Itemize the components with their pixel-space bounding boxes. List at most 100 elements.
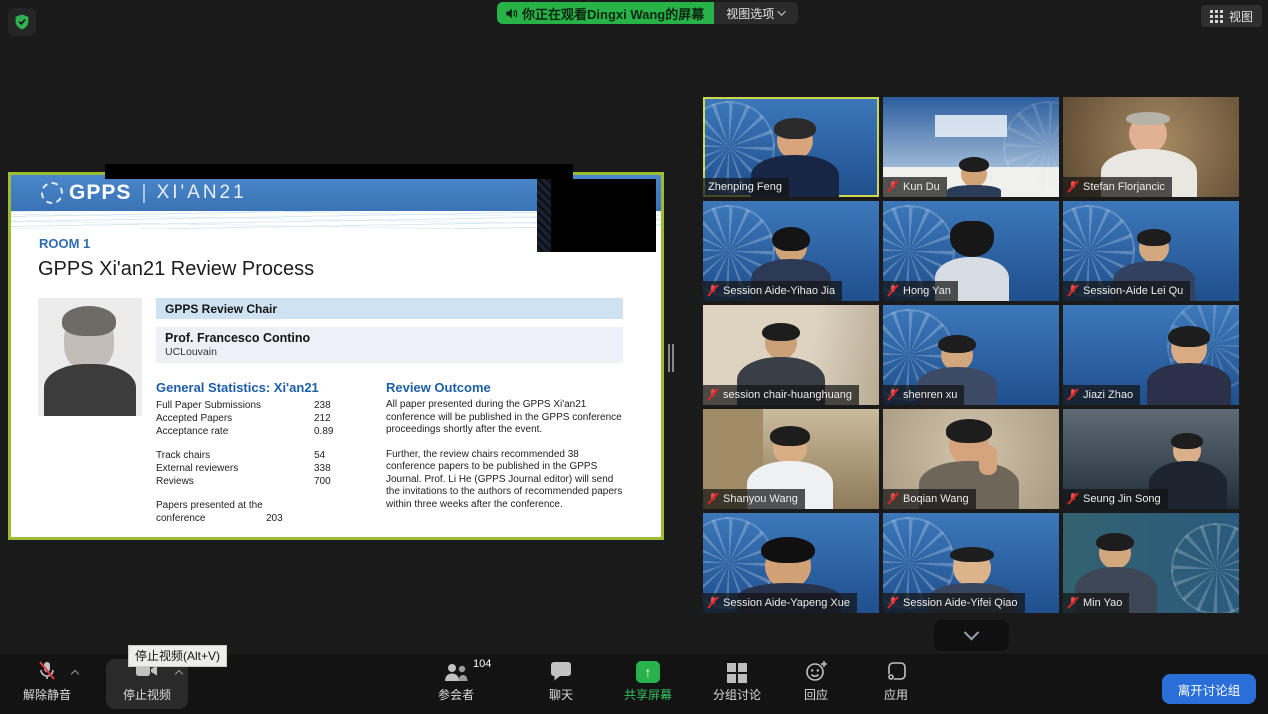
reactions-button[interactable]: 回应 bbox=[776, 659, 856, 703]
muted-mic-icon bbox=[888, 284, 898, 297]
outcome-paragraph: Further, the review chairs recommended 3… bbox=[386, 449, 628, 512]
muted-mic-icon bbox=[888, 180, 898, 193]
xian21-logo-text: XI'AN21 bbox=[157, 182, 247, 204]
stat-row: Accepted Papers212 bbox=[156, 412, 384, 425]
panel-resize-handle[interactable] bbox=[668, 344, 675, 372]
participant-tile[interactable]: Hong Yan bbox=[883, 201, 1059, 301]
participant-nametag: Hong Yan bbox=[883, 281, 958, 301]
general-statistics: General Statistics: Xi'an21 Full Paper S… bbox=[156, 380, 384, 525]
participant-nametag: Shanyou Wang bbox=[703, 489, 805, 509]
more-participants-button[interactable] bbox=[934, 620, 1009, 651]
muted-mic-icon bbox=[888, 492, 898, 505]
review-chair-header: GPPS Review Chair bbox=[156, 298, 623, 319]
chair-name: Prof. Francesco Contino bbox=[165, 331, 623, 345]
chat-button[interactable]: 聊天 bbox=[521, 659, 601, 703]
slide-title: GPPS Xi'an21 Review Process bbox=[38, 258, 314, 281]
participants-button[interactable]: 104 参会者 bbox=[416, 659, 496, 703]
participant-nametag: Kun Du bbox=[883, 177, 947, 197]
stat-row: Papers presented at the conference203 bbox=[156, 499, 384, 525]
turbine-background bbox=[1171, 523, 1239, 613]
outcome-paragraph: All paper presented during the GPPS Xi'a… bbox=[386, 399, 628, 437]
unmute-button[interactable]: 解除静音 bbox=[12, 659, 82, 703]
reactions-smiley-icon bbox=[804, 659, 828, 683]
participant-nametag: Zhenping Feng bbox=[703, 178, 789, 197]
participant-nametag: Session Aide-Yifei Qiao bbox=[883, 593, 1025, 613]
participant-tile[interactable]: Min Yao bbox=[1063, 513, 1239, 613]
participant-tile[interactable]: Kun Du bbox=[883, 97, 1059, 197]
meeting-toolbar: 停止视频(Alt+V) 解除静音 停止视频 bbox=[0, 654, 1268, 714]
leave-breakout-button[interactable]: 离开讨论组 bbox=[1162, 674, 1256, 704]
room-label: ROOM 1 bbox=[39, 236, 90, 251]
black-overlay-bar bbox=[105, 164, 573, 179]
stat-row: Acceptance rate0.89 bbox=[156, 425, 384, 438]
muted-mic-icon bbox=[1068, 492, 1078, 505]
participant-tile[interactable]: Stefan Florjancic bbox=[1063, 97, 1239, 197]
watching-status: 你正在观看Dingxi Wang的屏幕 bbox=[497, 2, 714, 24]
screen-watching-banner: 你正在观看Dingxi Wang的屏幕 视图选项 bbox=[497, 2, 798, 24]
participant-tile[interactable]: Shanyou Wang bbox=[703, 409, 879, 509]
participant-nametag: session chair-huanghuang bbox=[703, 385, 859, 405]
stop-video-tooltip: 停止视频(Alt+V) bbox=[128, 645, 227, 667]
security-shield-button[interactable] bbox=[8, 8, 36, 36]
participant-tile[interactable]: Session Aide-Yifei Qiao bbox=[883, 513, 1059, 613]
participant-tile[interactable]: Jiazi Zhao bbox=[1063, 305, 1239, 405]
share-screen-button[interactable]: 共享屏幕 bbox=[608, 659, 688, 703]
participant-tile[interactable]: Boqian Wang bbox=[883, 409, 1059, 509]
participant-nametag: Jiazi Zhao bbox=[1063, 385, 1140, 405]
apps-icon bbox=[885, 660, 908, 683]
apps-button[interactable]: 应用 bbox=[856, 659, 936, 703]
gpps-logo-text: GPPS bbox=[69, 181, 131, 205]
zoom-meeting-window: 你正在观看Dingxi Wang的屏幕 视图选项 视图 GPPS | XI'AN… bbox=[0, 0, 1268, 714]
chevron-down-icon bbox=[778, 7, 786, 15]
speaker-icon bbox=[505, 7, 518, 20]
participant-tile[interactable]: Session Aide-Yihao Jia bbox=[703, 201, 879, 301]
stat-row: Reviews700 bbox=[156, 475, 384, 488]
participant-nametag: Seung Jin Song bbox=[1063, 489, 1168, 509]
gpps-turbine-logo-icon bbox=[41, 182, 63, 204]
stat-row: Track chairs54 bbox=[156, 449, 384, 462]
participant-tile[interactable]: Session-Aide Lei Qu bbox=[1063, 201, 1239, 301]
muted-mic-icon bbox=[888, 388, 898, 401]
muted-mic-icon bbox=[708, 388, 718, 401]
muted-mic-icon bbox=[1068, 284, 1078, 297]
chair-portrait-photo bbox=[38, 298, 142, 416]
outcome-title: Review Outcome bbox=[386, 380, 628, 395]
stat-row: Full Paper Submissions238 bbox=[156, 399, 384, 412]
view-button[interactable]: 视图 bbox=[1201, 5, 1262, 27]
chair-info: Prof. Francesco Contino UCLouvain bbox=[156, 327, 623, 363]
share-screen-icon bbox=[636, 661, 660, 683]
muted-mic-icon bbox=[708, 492, 718, 505]
participant-nametag: Min Yao bbox=[1063, 593, 1129, 613]
participant-nametag: Session Aide-Yihao Jia bbox=[703, 281, 842, 301]
chevron-down-icon bbox=[964, 625, 980, 641]
participant-tile[interactable]: Zhenping Feng bbox=[703, 97, 879, 197]
turbine-background bbox=[1003, 101, 1059, 193]
participant-tile[interactable]: session chair-huanghuang bbox=[703, 305, 879, 405]
muted-mic-icon bbox=[708, 284, 718, 297]
stats-title: General Statistics: Xi'an21 bbox=[156, 380, 384, 395]
muted-mic-icon bbox=[1068, 180, 1078, 193]
mic-muted-icon bbox=[35, 659, 59, 683]
grid-view-icon bbox=[1210, 10, 1223, 23]
chair-affiliation: UCLouvain bbox=[165, 346, 623, 358]
muted-mic-icon bbox=[708, 596, 718, 609]
watching-banner-text: 你正在观看Dingxi Wang的屏幕 bbox=[522, 4, 704, 23]
participant-nametag: Session-Aide Lei Qu bbox=[1063, 281, 1190, 301]
review-outcome: Review Outcome All paper presented durin… bbox=[386, 380, 628, 523]
participant-nametag: Session Aide-Yapeng Xue bbox=[703, 593, 857, 613]
view-options-dropdown[interactable]: 视图选项 bbox=[714, 2, 798, 24]
participant-nametag: Stefan Florjancic bbox=[1063, 177, 1172, 197]
breakout-grid-icon bbox=[727, 663, 747, 683]
breakout-rooms-button[interactable]: 分组讨论 bbox=[697, 659, 777, 703]
muted-mic-icon bbox=[1068, 596, 1078, 609]
shield-check-icon bbox=[13, 13, 31, 31]
participant-tile[interactable]: Session Aide-Yapeng Xue bbox=[703, 513, 879, 613]
participant-tile[interactable]: shenren xu bbox=[883, 305, 1059, 405]
black-overlay-box bbox=[537, 179, 656, 252]
muted-mic-icon bbox=[1068, 388, 1078, 401]
participant-nametag: Boqian Wang bbox=[883, 489, 976, 509]
stat-row: External reviewers338 bbox=[156, 462, 384, 475]
participants-icon bbox=[443, 661, 469, 683]
muted-mic-icon bbox=[888, 596, 898, 609]
participant-tile[interactable]: Seung Jin Song bbox=[1063, 409, 1239, 509]
